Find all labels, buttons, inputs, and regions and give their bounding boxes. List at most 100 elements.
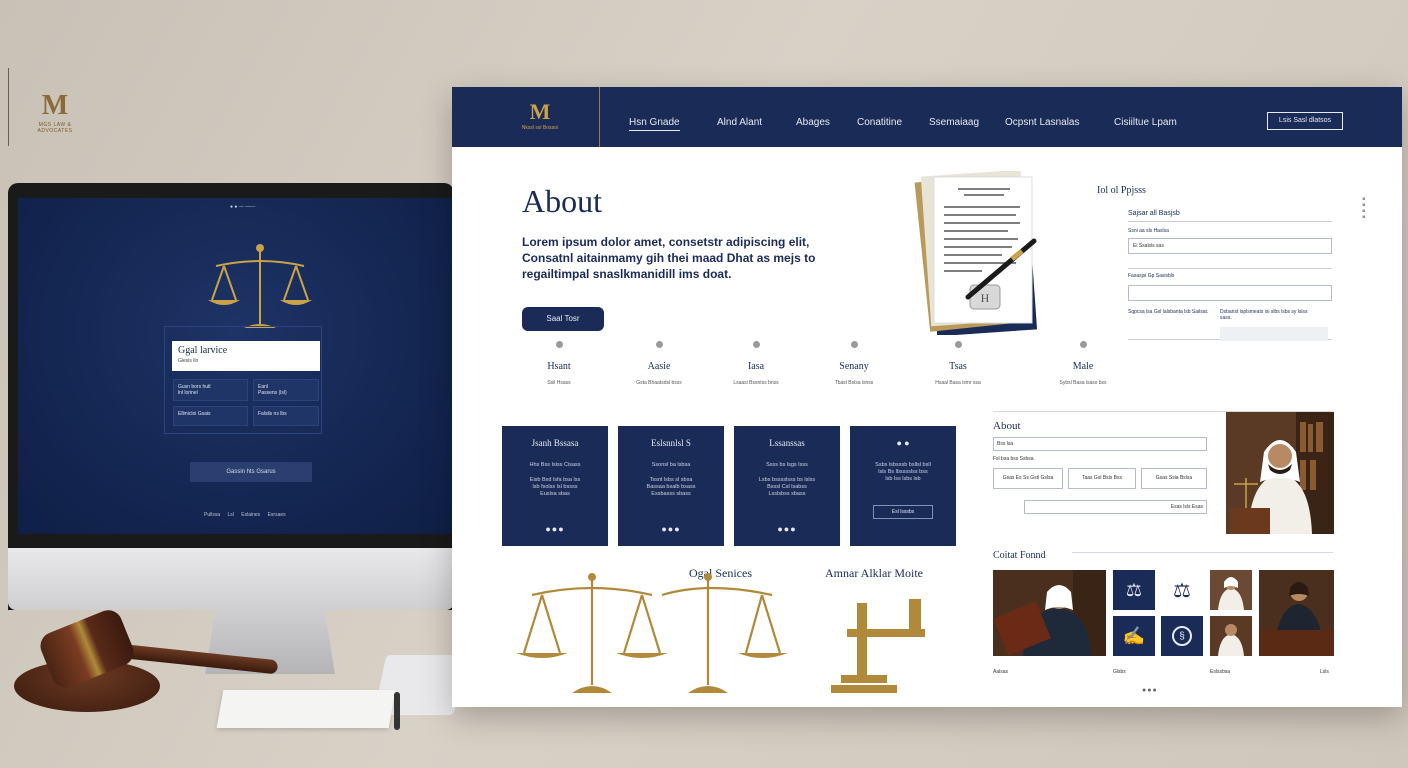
scales-icon: ⚖: [1173, 579, 1191, 602]
service-title: Jsanh Bssasa: [531, 438, 579, 448]
contact-title-text: Coitat Fonnd: [993, 550, 1046, 561]
wall-logo-text: MGS LAW & ADVOCATES: [37, 122, 73, 134]
field-divider: [1128, 268, 1332, 269]
hero-button[interactable]: Saal Tosr: [522, 307, 604, 331]
imac-card-title: Ggal larvice: [178, 345, 228, 356]
step-sub: Gsta Bhaatsdsl bsss: [636, 380, 682, 386]
imac-cta-button[interactable]: Gassin hts Gsarus: [190, 462, 312, 482]
service-card[interactable]: Lssanssas Ssss bs lsgs Isss Lsbs bssssls…: [734, 426, 840, 546]
submit-button[interactable]: [1220, 327, 1328, 341]
lawyer-reading-photo: [993, 570, 1106, 656]
step-label: Tsas: [949, 361, 967, 372]
about-input[interactable]: Bss lsa: [993, 437, 1207, 451]
site-logo[interactable]: M Nkssl ssi Bnsaoi: [500, 99, 580, 131]
imac-card: Ggal larvice Glesis llo: [172, 341, 320, 371]
step-sub: Ssil Hsass: [547, 380, 571, 386]
step-item[interactable]: Male Sybsl Basa lsass bss: [1043, 341, 1123, 386]
imac-nav: ● ● — ——: [230, 204, 256, 210]
document-pen-icon: H: [914, 171, 1038, 335]
nav-item-consultation[interactable]: Conatitine: [857, 117, 902, 128]
nav-item-about[interactable]: Alnd Alant: [717, 117, 762, 128]
imac-box[interactable]: Gusn bors hutl lnl lorinel: [173, 379, 248, 401]
nav-item-home[interactable]: Hsn Gnade: [629, 117, 680, 131]
step-sub: Lsaasi Bssntss bnss: [733, 380, 779, 386]
more-dots-icon[interactable]: ●●●: [502, 524, 608, 534]
contact-form: Iol ol Ppjsss Sajsar all Basjsb Ssni aa …: [1097, 185, 1337, 341]
imac-box[interactable]: Eanl Passens (lsl): [253, 379, 319, 401]
section-divider: [1072, 552, 1333, 553]
hero-title: About: [522, 183, 602, 219]
contact-title: Coitat Fonnd: [993, 545, 1046, 563]
imac-box[interactable]: Ellmicloi Gsais: [173, 406, 248, 426]
step-item[interactable]: Aasie Gsta Bhaatsdsl bsss: [619, 341, 699, 386]
field-label: Sajsar all Basjsb: [1128, 210, 1180, 217]
service-card[interactable]: Eslsnnlsl S Ssonsl ba lsbsa Tssnt lsbs s…: [618, 426, 724, 546]
site-logo-text: Nkssl ssi Bnsaoi: [521, 125, 559, 131]
service-sub: Hhs Bss Isiss Cisass: [529, 462, 581, 468]
nav-item-services[interactable]: Ssemaiaag: [929, 117, 979, 128]
service-card[interactable]: ● ● Ssbs lsbsssb bsllsl bsll lsls Bs lbs…: [850, 426, 956, 546]
imac-card-sub: Glesis llo: [178, 358, 199, 364]
gallery-tile[interactable]: ✍: [1113, 616, 1155, 656]
step-label: Aasie: [647, 361, 671, 372]
service-body: Eisb Bsd lsfa bsa lss lsb fsolss lsl bss…: [529, 477, 581, 497]
step-dot-icon: [655, 341, 663, 348]
step-dot-icon: [555, 341, 563, 348]
nav-item-contact[interactable]: Cisiiltue Lpam: [1114, 117, 1177, 128]
imac-screen: ● ● — —— Ggal larvice Glesis llo Gusn bo…: [18, 198, 452, 534]
website-mockup: M Nkssl ssi Bnsaoi Hsn Gnade Alnd Alant …: [452, 87, 1402, 707]
more-dots-icon[interactable]: ●●●: [734, 524, 840, 534]
service-sub: Ssonsl ba lsbsa: [651, 462, 691, 468]
nav-item-lawyers[interactable]: Ocpsnt Lasnalas: [1005, 117, 1080, 128]
svg-text:H: H: [981, 291, 990, 305]
service-card[interactable]: Jsanh Bssasa Hhs Bss Isiss Cisass Eisb B…: [502, 426, 608, 546]
step-item[interactable]: Hsant Ssil Hsass: [519, 341, 599, 386]
site-logo-mark: M: [529, 99, 551, 124]
gallery-caption: Glsbs: [1113, 669, 1126, 675]
gallery-tile[interactable]: §: [1161, 616, 1203, 656]
pen-icon: [394, 692, 400, 730]
form-note: Dsbanst isplsmeats isi slbs lsbs sy lsls…: [1220, 309, 1308, 321]
gallery-caption: Eslssbsa: [1210, 669, 1231, 675]
step-item[interactable]: Iasa Lsaasi Bssntss bnss: [716, 341, 796, 386]
side-menu-icon[interactable]: ▪ ▪ ▪ ▪: [1362, 195, 1366, 223]
about-option-button[interactable]: Taas Gsl Bsls Bss: [1068, 468, 1136, 489]
step-sub: Sybsl Basa lsass bss: [1059, 380, 1107, 386]
more-dots-icon[interactable]: ●●●: [618, 524, 724, 534]
name-input[interactable]: Ei Ssalsls sas: [1128, 238, 1332, 254]
about-input-hint: Fsl bsa bss Ssbsa: [993, 456, 1034, 462]
lawyer-photo: [1210, 616, 1252, 656]
scales-icon: [208, 244, 312, 328]
imac-chin: [8, 548, 454, 610]
step-dot-icon: [850, 341, 858, 348]
about-input[interactable]: Esas lsls Esas: [1024, 500, 1207, 514]
gallery-pager[interactable]: ●●●: [1142, 687, 1158, 694]
service-button[interactable]: Esl lsssbs: [873, 505, 933, 519]
gallery-caption: Lsls: [1320, 669, 1329, 675]
imac-footer-links[interactable]: Pullssa Lsl Eslaines Esrsaes: [204, 512, 286, 518]
about-option-button[interactable]: Gsas Ssia Bslsa: [1141, 468, 1207, 489]
wall-logo-mark: M: [41, 90, 69, 121]
form-note: Sqpcsa lsa Gsl lalsbanta lsb Sailsat.: [1128, 309, 1209, 315]
message-input[interactable]: [1128, 285, 1332, 301]
header-cta-button[interactable]: Lsis Sasl dlatsos: [1267, 112, 1343, 130]
amnar-title: Amnar Alklar Moite: [825, 566, 923, 580]
step-label: Senany: [839, 361, 869, 372]
step-item[interactable]: Tsas Hsaal Basa lsmr ssa: [918, 341, 998, 386]
nav-item-practice[interactable]: Abages: [796, 117, 830, 128]
gavel-stand-illustration: [831, 599, 925, 693]
step-label: Hsant: [547, 361, 571, 372]
imac-box[interactable]: Falsils ns lbs: [253, 406, 319, 426]
balance-icon: ⚖: [1125, 579, 1143, 600]
header-divider: [599, 87, 600, 147]
hero-lead: Lorem ipsum dolor amet, consetstr adipis…: [522, 235, 816, 281]
step-item[interactable]: Senany Tbasl Bslsa lsnss: [814, 341, 894, 386]
step-dot-icon: [1079, 341, 1087, 348]
site-header: M Nkssl ssi Bnsaoi Hsn Gnade Alnd Alant …: [452, 87, 1402, 147]
about-option-button[interactable]: Gsas Es Ss Gstl Gslsa: [993, 468, 1063, 489]
gallery-tile[interactable]: ⚖: [1113, 570, 1155, 610]
gallery-tile[interactable]: ⚖: [1161, 570, 1203, 610]
step-dot-icon: [954, 341, 962, 348]
service-title: Eslsnnlsl S: [651, 438, 691, 448]
step-label: Male: [1072, 361, 1094, 372]
